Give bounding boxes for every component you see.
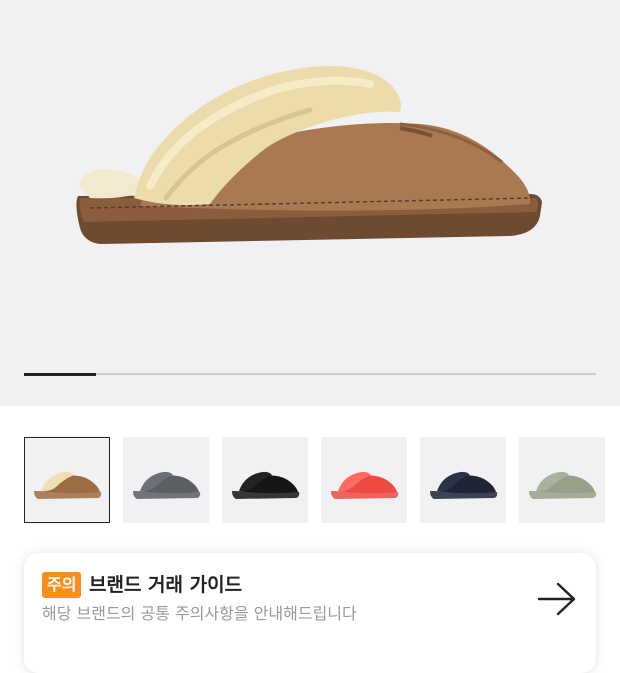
color-thumbnail-chestnut[interactable] [24, 437, 110, 523]
arrow-right-icon[interactable] [536, 581, 578, 617]
slipper-thumbnail-image [430, 471, 498, 499]
slipper-thumbnail-image [529, 471, 597, 499]
color-thumbnail-grey[interactable] [123, 437, 209, 523]
color-thumbnail-black[interactable] [222, 437, 308, 523]
slipper-thumbnail-image [331, 471, 399, 499]
gallery-progress-track [24, 372, 596, 376]
slipper-thumbnail-image [133, 471, 201, 499]
caution-badge: 주의 [42, 572, 82, 598]
slipper-thumbnail-image [34, 471, 102, 499]
product-image-gallery[interactable] [0, 0, 620, 406]
color-option-thumbnails [24, 437, 620, 523]
color-thumbnail-sage[interactable] [519, 437, 605, 523]
brand-guide-subtitle: 해당 브랜드의 공통 주의사항을 안내해드립니다 [42, 604, 357, 623]
slipper-thumbnail-image [232, 471, 300, 499]
color-thumbnail-navy[interactable] [420, 437, 506, 523]
color-thumbnail-coral[interactable] [321, 437, 407, 523]
gallery-progress-indicator [24, 372, 96, 376]
brand-guide-title: 브랜드 거래 가이드 [89, 574, 243, 596]
brand-guide-card[interactable]: 주의 브랜드 거래 가이드 해당 브랜드의 공통 주의사항을 안내해드립니다 [24, 553, 596, 673]
product-main-image [76, 65, 543, 244]
